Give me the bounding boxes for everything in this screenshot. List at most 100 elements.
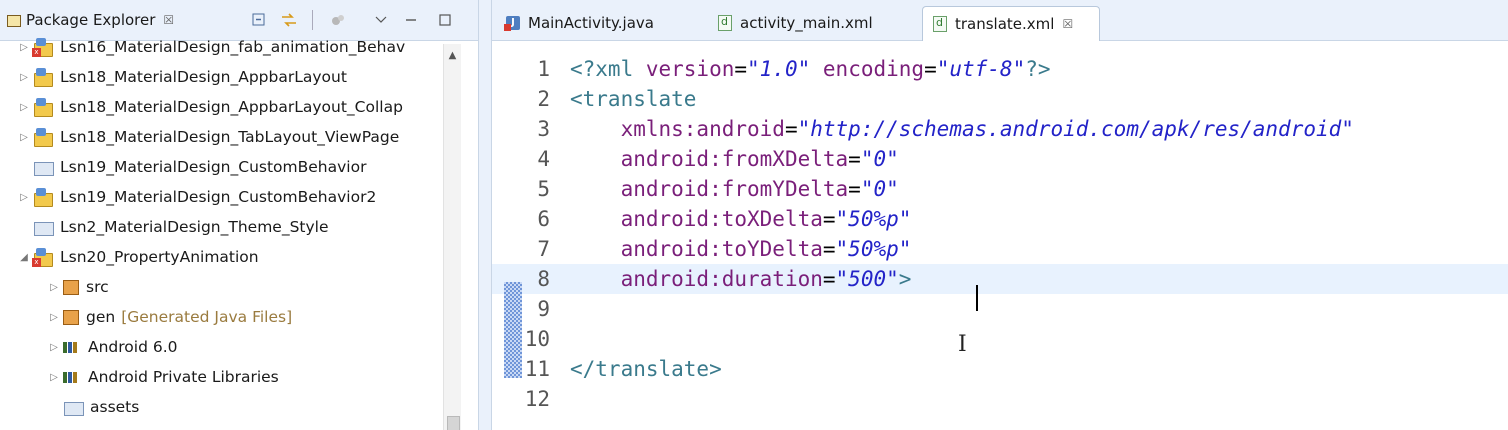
code-text: android:toXDelta="50%p" xyxy=(570,204,912,234)
tree-item-label: assets xyxy=(90,398,140,416)
line-number: 3 xyxy=(537,117,550,141)
code-line[interactable]: 7 android:toYDelta="50%p" xyxy=(492,234,1508,264)
xml-file-icon xyxy=(933,16,947,32)
tree-item[interactable]: assets xyxy=(46,392,139,422)
explorer-scrollbar[interactable]: ▲ xyxy=(443,44,461,430)
scroll-thumb[interactable] xyxy=(447,416,460,430)
code-line[interactable]: 12 xyxy=(492,384,1508,414)
collapsed-arrow-icon[interactable]: ▷ xyxy=(16,192,32,203)
code-token: = xyxy=(822,207,836,231)
editor-tab-bar: MainActivity.java activity_main.xml transl… xyxy=(492,0,1508,41)
collapsed-arrow-icon[interactable]: ▷ xyxy=(46,282,62,293)
collapsed-arrow-icon[interactable]: ▷ xyxy=(46,372,62,383)
collapsed-arrow-icon[interactable]: ▷ xyxy=(46,342,62,353)
tree-item[interactable]: ▷ Android Private Libraries xyxy=(46,362,279,392)
scroll-up-arrow-icon[interactable]: ▲ xyxy=(444,50,461,61)
pane-sash[interactable] xyxy=(478,0,492,430)
code-token: "1.0" xyxy=(747,57,811,81)
tree-item[interactable]: ▷ x Lsn16_MaterialDesign_fab_animation_Beh… xyxy=(16,32,405,62)
editor-area: MainActivity.java activity_main.xml transl… xyxy=(492,0,1508,430)
tree-item-label: Lsn18_MaterialDesign_AppbarLayout xyxy=(60,68,347,86)
maximize-icon[interactable] xyxy=(436,11,454,29)
code-line[interactable]: 9 xyxy=(492,294,1508,324)
expanded-arrow-icon[interactable]: ◢ xyxy=(16,252,32,263)
minimize-icon[interactable] xyxy=(402,11,420,29)
code-token: </translate> xyxy=(570,357,722,381)
code-line[interactable]: 4 android:fromXDelta="0" xyxy=(492,144,1508,174)
line-number: 6 xyxy=(537,207,550,231)
tree-item[interactable]: Lsn19_MaterialDesign_CustomBehavior xyxy=(16,152,366,182)
library-icon xyxy=(62,338,82,356)
tree-item[interactable]: ▷ Lsn18_MaterialDesign_AppbarLayout xyxy=(16,62,347,92)
tree-item-label: Lsn20_PropertyAnimation xyxy=(60,248,259,266)
close-view-icon[interactable]: ☒ xyxy=(163,13,174,27)
code-token: <translate xyxy=(570,87,697,111)
tree-item-label: Lsn16_MaterialDesign_fab_animation_Behav xyxy=(60,38,406,56)
code-token: version xyxy=(645,57,735,81)
android-project-icon: x xyxy=(32,247,54,267)
code-token: = xyxy=(848,147,861,171)
code-line[interactable]: 10 xyxy=(492,324,1508,354)
code-editor[interactable]: 12 11 </translate> 10 9 8 android:duration="5… xyxy=(492,40,1508,430)
code-text: android:fromYDelta="0" xyxy=(570,174,899,204)
close-tab-icon[interactable]: ☒ xyxy=(1062,17,1073,31)
toolbar-separator xyxy=(312,10,313,30)
code-text: </translate> xyxy=(570,354,722,384)
closed-project-icon xyxy=(32,218,54,236)
tree-item-label: Android Private Libraries xyxy=(88,368,279,386)
tree-item[interactable]: ▷ Lsn18_MaterialDesign_TabLayout_ViewPage xyxy=(16,122,399,152)
code-line[interactable]: 6 android:toXDelta="50%p" xyxy=(492,204,1508,234)
code-token: = xyxy=(822,267,836,291)
code-token: = xyxy=(848,177,861,201)
tree-item[interactable]: ▷ Lsn19_MaterialDesign_CustomBehavior2 xyxy=(16,182,376,212)
collapsed-arrow-icon[interactable]: ▷ xyxy=(16,72,32,83)
library-icon xyxy=(62,368,82,386)
tree-item[interactable]: ▷ Lsn18_MaterialDesign_AppbarLayout_Colla… xyxy=(16,92,403,122)
editor-tab-label: MainActivity.java xyxy=(528,14,654,32)
closed-project-icon xyxy=(32,158,54,176)
filters-icon[interactable] xyxy=(330,11,348,29)
code-line[interactable]: 1 <?xml version="1.0" encoding="utf-8"?> xyxy=(492,54,1508,84)
generated-folder-icon xyxy=(62,308,80,326)
tree-item-label: gen xyxy=(86,308,116,326)
code-line[interactable]: 5 android:fromYDelta="0" xyxy=(492,174,1508,204)
tree-item[interactable]: ▷ src xyxy=(46,272,109,302)
collapsed-arrow-icon[interactable]: ▷ xyxy=(16,42,32,53)
collapse-all-icon[interactable] xyxy=(250,11,268,29)
code-token: = xyxy=(924,57,937,81)
collapsed-arrow-icon[interactable]: ▷ xyxy=(16,102,32,113)
editor-tab[interactable]: translate.xml ☒ xyxy=(922,6,1100,41)
code-line[interactable]: 3 xmlns:android="http://schemas.android.… xyxy=(492,114,1508,144)
code-token: "500" xyxy=(835,267,899,291)
editor-tab[interactable]: activity_main.xml xyxy=(708,6,918,40)
tree-item[interactable]: ▷ Android 6.0 xyxy=(46,332,177,362)
code-line[interactable]: 11 </translate> xyxy=(492,354,1508,384)
code-token: android:fromXDelta xyxy=(620,147,849,171)
code-token: "http://schemas.android.com/apk/res/andr… xyxy=(797,117,1354,141)
folder-icon xyxy=(62,398,84,416)
android-project-icon xyxy=(32,67,54,87)
code-text: <translate xyxy=(570,84,696,114)
editor-tab-label: activity_main.xml xyxy=(740,14,873,32)
code-line[interactable]: 2 <translate xyxy=(492,84,1508,114)
tree-item[interactable]: ▷ gen [Generated Java Files] xyxy=(46,302,292,332)
tree-item[interactable]: ◢ x Lsn20_PropertyAnimation xyxy=(16,242,259,272)
source-folder-icon xyxy=(62,278,80,296)
editor-tab[interactable]: MainActivity.java xyxy=(496,6,702,40)
android-project-icon xyxy=(32,97,54,117)
tree-item-label: src xyxy=(86,278,109,296)
collapsed-arrow-icon[interactable]: ▷ xyxy=(46,312,62,323)
package-explorer-view: Package Explorer ☒ ▷ x Lsn16_MaterialDesig… xyxy=(0,0,478,430)
android-project-icon xyxy=(32,187,54,207)
tree-item[interactable]: Lsn2_MaterialDesign_Theme_Style xyxy=(16,212,329,242)
line-number: 12 xyxy=(524,387,550,411)
code-token: "0" xyxy=(860,177,899,201)
quick-diff-change-bar xyxy=(504,282,522,378)
xml-file-icon xyxy=(718,15,732,31)
link-with-editor-icon[interactable] xyxy=(280,11,298,29)
collapsed-arrow-icon[interactable]: ▷ xyxy=(16,132,32,143)
code-line[interactable]: 8 android:duration="500"> xyxy=(492,264,1508,294)
view-menu-icon[interactable] xyxy=(372,11,390,29)
